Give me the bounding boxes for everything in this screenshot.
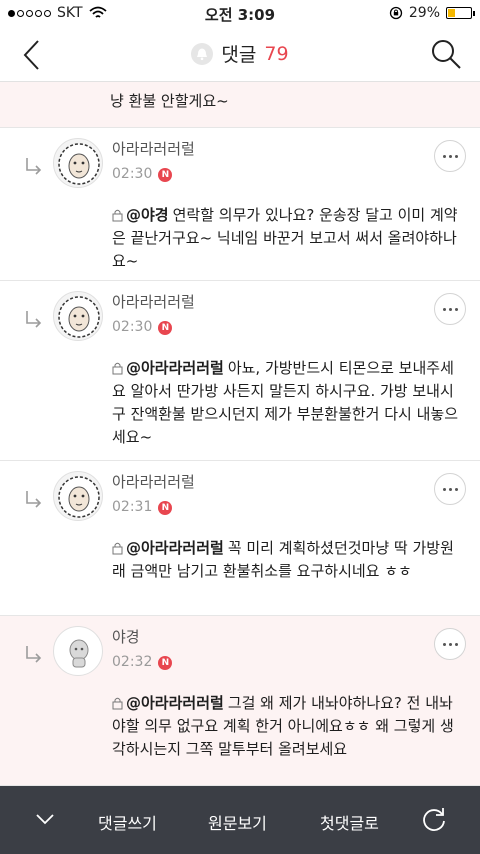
header: 댓글 79 <box>0 28 480 82</box>
avatar[interactable] <box>53 471 103 521</box>
chevron-down-icon[interactable] <box>34 808 56 830</box>
reply-arrow-icon <box>26 646 42 663</box>
comment-time: 02:30 <box>112 166 153 182</box>
comment-item: 아라라러러럴 02:30 N @아라라러러럴 아뇨, 가방반드시 티몬으로 보내주세… <box>0 281 480 461</box>
bottom-toolbar: 댓글쓰기 원문보기 첫댓글로 <box>0 786 480 854</box>
comment-author[interactable]: 야경 <box>112 626 140 647</box>
more-options-button[interactable] <box>434 628 466 660</box>
new-badge: N <box>158 321 173 335</box>
lock-icon <box>112 209 123 222</box>
reply-arrow-icon <box>26 491 42 508</box>
view-original-button[interactable]: 원문보기 <box>208 810 267 834</box>
avatar[interactable] <box>53 291 103 341</box>
new-badge: N <box>158 656 173 670</box>
first-comment-button[interactable]: 첫댓글로 <box>320 810 379 834</box>
comment-time: 02:30 <box>112 319 153 335</box>
bell-icon[interactable] <box>191 42 214 65</box>
partial-comment: 냥 환불 안할게요~ <box>0 82 480 128</box>
comment-body: @아라라러러럴 꼭 미리 계획하셨던것마냥 딱 가방원래 금액만 남기고 환불취소… <box>112 537 458 583</box>
battery-icon <box>446 7 475 19</box>
comment-body: @아라라러러럴 아뇨, 가방반드시 티몬으로 보내주세요 알아서 딴가방 사든지 … <box>112 357 458 449</box>
comment-list[interactable]: 냥 환불 안할게요~ 아라라러러럴 02:30 N @야경 연락할 의무가 있나요?… <box>0 82 480 786</box>
comment-body: @야경 연락할 의무가 있나요? 운송장 달고 이미 계약은 끝난거구요~ 닉네임… <box>112 204 458 273</box>
battery-percent: 29% <box>408 5 440 21</box>
avatar[interactable] <box>53 626 103 676</box>
comment-item: 아라라러러럴 02:30 N @야경 연락할 의무가 있나요? 운송장 달고 이미 … <box>0 128 480 281</box>
comment-author[interactable]: 아라라러러럴 <box>112 471 195 492</box>
comment-time: 02:31 <box>112 499 153 515</box>
status-bar: SKT 오전 3:09 29% <box>0 0 480 28</box>
comment-item: 아라라러러럴 02:31 N @아라라러러럴 꼭 미리 계획하셨던것마냥 딱 가방원… <box>0 461 480 616</box>
comment-mention[interactable]: @아라라러러럴 <box>126 694 224 712</box>
comment-body: @아라라러러럴 그걸 왜 제가 내놔야하나요? 전 내놔야할 의무 없구요 계획 … <box>112 692 458 761</box>
refresh-icon[interactable] <box>420 806 448 834</box>
comment-mention[interactable]: @야경 <box>126 206 169 224</box>
more-options-button[interactable] <box>434 293 466 325</box>
comment-item: 야경 02:32 N @아라라러러럴 그걸 왜 제가 내놔야하나요? 전 내놔야할 … <box>0 616 480 786</box>
write-comment-button[interactable]: 댓글쓰기 <box>98 810 157 834</box>
comment-count: 79 <box>264 42 289 65</box>
partial-comment-text: 냥 환불 안할게요~ <box>110 92 229 110</box>
comment-mention[interactable]: @아라라러러럴 <box>126 539 224 557</box>
more-options-button[interactable] <box>434 473 466 505</box>
lock-icon <box>112 697 123 710</box>
search-icon[interactable] <box>430 38 462 70</box>
page-title: 댓글 79 <box>0 40 480 67</box>
comment-author[interactable]: 아라라러러럴 <box>112 291 195 312</box>
more-options-button[interactable] <box>434 140 466 172</box>
lock-icon <box>112 542 123 555</box>
rotation-lock-icon <box>389 6 403 20</box>
reply-arrow-icon <box>26 311 42 328</box>
comment-mention[interactable]: @아라라러러럴 <box>126 359 224 377</box>
avatar[interactable] <box>53 138 103 188</box>
title-text: 댓글 <box>221 44 257 66</box>
comment-time: 02:32 <box>112 654 153 670</box>
new-badge: N <box>158 168 173 182</box>
new-badge: N <box>158 501 173 515</box>
reply-arrow-icon <box>26 158 42 175</box>
comment-author[interactable]: 아라라러러럴 <box>112 138 195 159</box>
lock-icon <box>112 362 123 375</box>
